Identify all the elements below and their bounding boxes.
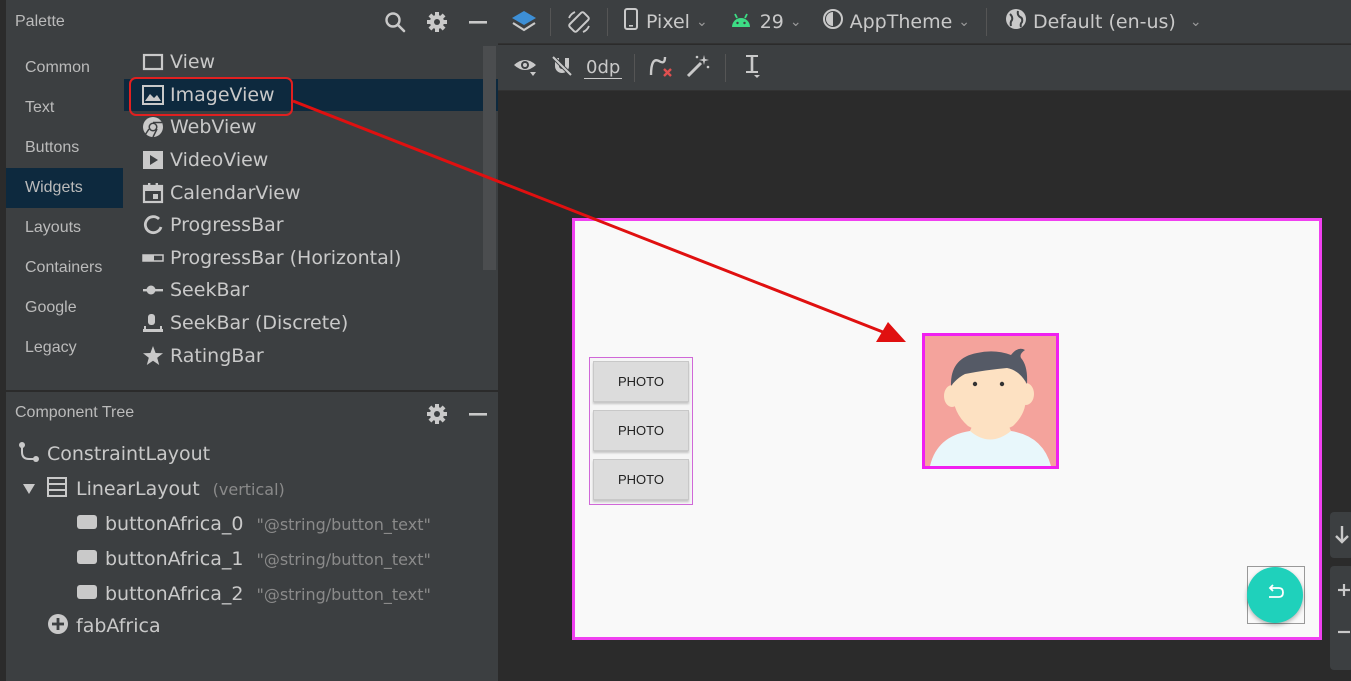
- annotation-arrow: [292, 99, 906, 342]
